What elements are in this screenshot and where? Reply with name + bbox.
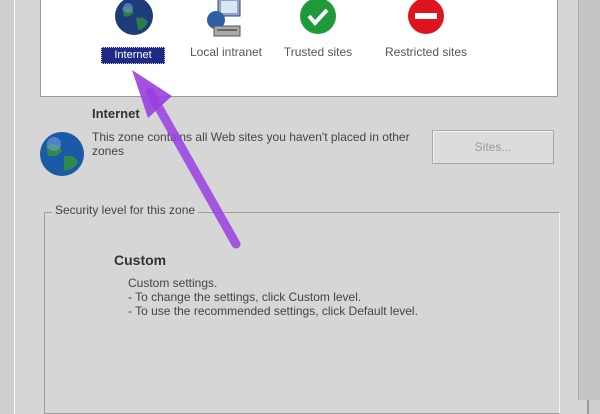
- check-icon: [300, 0, 336, 34]
- globe-icon: [115, 0, 153, 35]
- security-level-group-label: Security level for this zone: [52, 203, 199, 217]
- zone-description: This zone contains all Web sites you hav…: [92, 130, 410, 158]
- zone-label: Restricted sites: [384, 45, 468, 59]
- zone-label: Internet: [101, 47, 165, 64]
- window-edge: [578, 0, 600, 400]
- globe-icon: [40, 132, 84, 176]
- zone-title: Internet: [92, 106, 140, 121]
- description-line: - To use the recommended settings, click…: [128, 304, 418, 318]
- security-level-name: Custom: [114, 252, 167, 268]
- zone-list: Internet Local intranet Trusted sites Re…: [40, 0, 558, 97]
- security-level-description: Custom settings. - To change the setting…: [128, 276, 418, 318]
- no-entry-icon: [408, 0, 444, 34]
- zone-label: Trusted sites: [283, 45, 353, 59]
- intranet-computer-icon: [207, 0, 241, 37]
- sites-button[interactable]: Sites...: [432, 130, 554, 164]
- description-line: Custom settings.: [128, 276, 218, 290]
- description-line: - To change the settings, click Custom l…: [128, 290, 362, 304]
